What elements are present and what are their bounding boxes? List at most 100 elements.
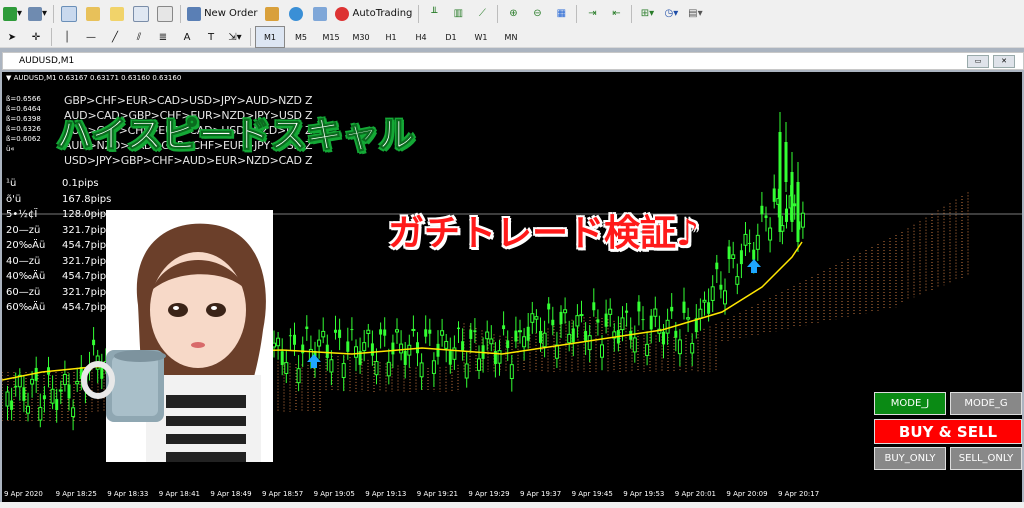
stat-label: 20—zü: [6, 224, 41, 236]
left-code: ß=0.6062: [6, 135, 41, 143]
candle-body: [641, 319, 645, 321]
candle-body: [362, 342, 367, 352]
candle-body: [22, 387, 26, 401]
new-order-button[interactable]: New Order: [185, 4, 259, 24]
left-code: ß=0.6566: [6, 95, 41, 103]
auto-scroll-icon[interactable]: ⇥: [581, 4, 603, 24]
candle-body: [645, 343, 650, 356]
sell-only-button[interactable]: SELL_ONLY: [950, 447, 1022, 470]
candle-body: [341, 363, 346, 378]
bar-chart-icon[interactable]: ╨: [423, 4, 445, 24]
candle-body: [778, 132, 782, 232]
data-window-icon[interactable]: [82, 4, 104, 24]
stat-label: 60—zü: [6, 286, 41, 298]
candle-body: [30, 378, 35, 385]
stat-label: õ'ü: [6, 193, 22, 205]
community-icon[interactable]: [285, 4, 307, 24]
zoom-out-icon[interactable]: ⊖: [526, 4, 548, 24]
close-button[interactable]: ✕: [993, 55, 1015, 68]
candle-body: [334, 329, 337, 333]
timeframe-h4-button[interactable]: H4: [407, 27, 435, 47]
periods-icon[interactable]: ◷▾: [660, 4, 682, 24]
tester-icon[interactable]: [154, 4, 176, 24]
candle-body: [710, 286, 715, 301]
candle-body: [677, 339, 682, 355]
candle-body: [34, 367, 38, 381]
time-tick-label: 9 Apr 18:57: [262, 490, 304, 498]
timeframe-w1-button[interactable]: W1: [467, 27, 495, 47]
timeframe-m15-button[interactable]: M15: [317, 27, 345, 47]
candle-body: [305, 326, 309, 330]
minimize-button[interactable]: ▭: [967, 55, 989, 68]
chart-window-titlebar: AUDUSD,M1 ▭ ✕: [2, 52, 1024, 70]
indicators-icon[interactable]: ⊞▾: [636, 4, 658, 24]
candle-body: [10, 400, 14, 410]
trendline-icon[interactable]: ╱: [104, 27, 126, 47]
candle-body: [395, 329, 399, 333]
candle-body: [509, 364, 514, 380]
candle-body: [366, 329, 371, 334]
text-icon[interactable]: A: [176, 27, 198, 47]
timeframe-m30-button[interactable]: M30: [347, 27, 375, 47]
horizontal-line-icon[interactable]: —: [80, 27, 102, 47]
candle-body: [502, 325, 506, 330]
navigator-icon[interactable]: [106, 4, 128, 24]
line-chart-icon[interactable]: ⟋: [471, 4, 493, 24]
candle-body: [5, 391, 10, 407]
crosshair-icon[interactable]: ✛: [25, 27, 47, 47]
candle-body: [707, 302, 711, 314]
metaeditor-icon[interactable]: [261, 4, 283, 24]
buy-and-sell-button[interactable]: BUY & SELL: [874, 419, 1022, 444]
timeframe-m5-button[interactable]: M5: [287, 27, 315, 47]
candle-body: [649, 315, 653, 330]
zoom-in-icon[interactable]: ⊕: [502, 4, 524, 24]
candle-body: [518, 330, 522, 333]
autotrading-button[interactable]: AutoTrading: [333, 4, 414, 24]
candle-body: [50, 388, 55, 404]
left-code: ß=0.6464: [6, 105, 41, 113]
timeframe-d1-button[interactable]: D1: [437, 27, 465, 47]
candle-body: [608, 308, 613, 315]
timeframe-h1-button[interactable]: H1: [377, 27, 405, 47]
candle-body: [391, 342, 395, 355]
channel-icon[interactable]: ⫽: [128, 27, 150, 47]
mode-j-button[interactable]: MODE_J: [874, 392, 946, 415]
buy-only-button[interactable]: BUY_ONLY: [874, 447, 946, 470]
candle-body: [58, 389, 63, 392]
terminal-icon[interactable]: [130, 4, 152, 24]
label-icon[interactable]: T: [200, 27, 222, 47]
candle-body: [346, 341, 350, 352]
candle-body: [584, 330, 588, 342]
fibonacci-icon[interactable]: ≣: [152, 27, 174, 47]
chart-shift-icon[interactable]: ⇤: [605, 4, 627, 24]
status-bar: [0, 502, 1024, 508]
vertical-line-icon[interactable]: │: [56, 27, 78, 47]
candle-body: [526, 326, 530, 341]
timeframe-mn-button[interactable]: MN: [497, 27, 525, 47]
cursor-icon[interactable]: ➤: [1, 27, 23, 47]
candle-body: [530, 313, 535, 323]
autotrading-icon: [335, 6, 350, 21]
candle-body: [321, 330, 326, 338]
shapes-icon[interactable]: ⇲▾: [224, 27, 246, 47]
candle-body: [686, 317, 691, 320]
new-chart-icon[interactable]: ▾: [1, 4, 24, 24]
candle-body: [338, 329, 342, 338]
tile-windows-icon[interactable]: ▦: [550, 4, 572, 24]
candle-body: [596, 319, 600, 323]
profiles-icon[interactable]: ▾: [26, 4, 49, 24]
mode-g-button[interactable]: MODE_G: [950, 392, 1022, 415]
candle-body: [317, 339, 322, 347]
stat-label: ¹ü: [6, 178, 17, 189]
candlestick-icon[interactable]: ▥: [447, 4, 469, 24]
character-illustration: [81, 210, 273, 462]
templates-icon[interactable]: ▤▾: [684, 4, 706, 24]
candle-body: [296, 368, 301, 384]
candle-body: [793, 203, 797, 207]
market-watch-icon[interactable]: [58, 4, 80, 24]
candle-body: [431, 360, 436, 374]
signals-icon[interactable]: [309, 4, 331, 24]
candle-body: [55, 399, 59, 410]
time-tick-label: 9 Apr 19:05: [313, 490, 355, 498]
timeframe-m1-button[interactable]: M1: [255, 26, 285, 48]
